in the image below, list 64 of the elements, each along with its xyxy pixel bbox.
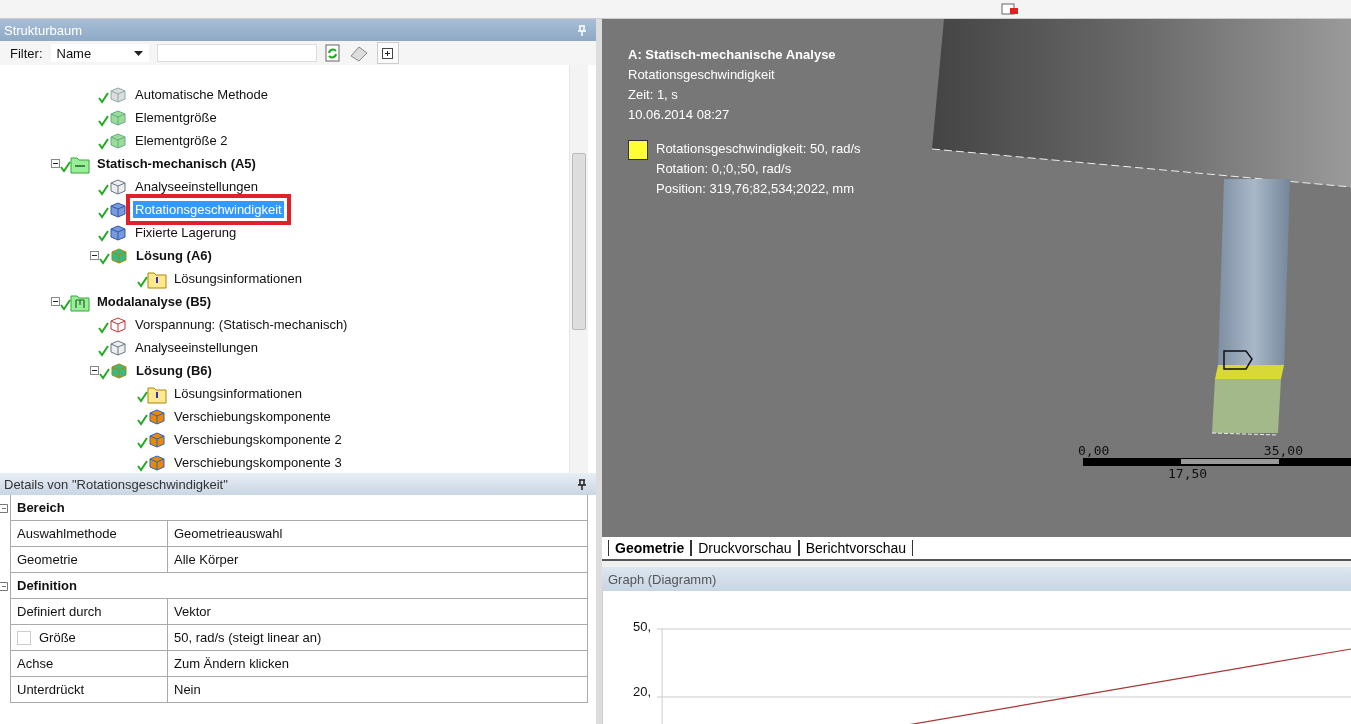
section-heading[interactable]: Definition bbox=[10, 573, 588, 599]
axis-tick-label: 20, bbox=[632, 684, 651, 699]
tree-item[interactable]: Verschiebungskomponente 2 bbox=[172, 431, 344, 448]
tab[interactable]: Berichtvorschau bbox=[798, 540, 913, 556]
property-value[interactable]: Zum Ändern klicken bbox=[167, 651, 588, 677]
property-label: Geometrie bbox=[17, 552, 78, 567]
analysis-info: 10.06.2014 08:27 bbox=[628, 106, 731, 124]
dropdown-caret-icon bbox=[133, 50, 143, 56]
section-heading[interactable]: Bereich bbox=[10, 495, 588, 521]
property-label: Auswahlmethode bbox=[17, 526, 117, 541]
tree-item[interactable]: Analyseeinstellungen bbox=[133, 178, 260, 195]
legend-text: Rotationsgeschwindigkeit: 50, rad/s bbox=[656, 140, 861, 158]
collapse-icon[interactable] bbox=[51, 297, 60, 306]
scrollbar[interactable] bbox=[569, 65, 588, 473]
property-value[interactable]: 50, rad/s (steigt linear an) bbox=[167, 625, 588, 651]
scale-label: 17,50 bbox=[1168, 466, 1209, 481]
tree-item[interactable]: Vorspannung: (Statisch-mechanisch) bbox=[133, 316, 350, 333]
property-label: Unterdrückt bbox=[17, 682, 85, 697]
analysis-info: Rotationsgeschwindigkeit bbox=[628, 66, 776, 84]
collapse-icon[interactable] bbox=[90, 251, 99, 260]
tree-item[interactable]: Modalanalyse (B5) bbox=[95, 293, 214, 310]
tab[interactable]: Geometrie bbox=[608, 540, 692, 556]
legend-text: Rotation: 0,;0,;50, rad/s bbox=[656, 160, 793, 178]
tree-item[interactable]: Fixierte Lagerung bbox=[133, 224, 239, 241]
tree-item[interactable]: Lösungsinformationen bbox=[172, 385, 304, 402]
tree-item[interactable]: Elementgröße bbox=[133, 109, 219, 126]
filter-dropdown[interactable]: Name bbox=[50, 44, 149, 62]
legend-text: Position: 319,76;82,534;2022, mm bbox=[656, 180, 856, 198]
panel-title: Graph (Diagramm) bbox=[608, 571, 717, 587]
property-label: Definiert durch bbox=[17, 604, 102, 619]
tree-item[interactable]: Lösung (A6) bbox=[134, 247, 214, 264]
scale-label: 35,00 bbox=[1263, 443, 1303, 458]
tree-item[interactable]: Verschiebungskomponente 3 bbox=[172, 454, 344, 471]
filter-field[interactable] bbox=[156, 44, 317, 62]
tree-item[interactable]: Automatische Methode bbox=[133, 86, 270, 103]
tree-item[interactable]: Analyseeinstellungen bbox=[133, 339, 260, 356]
panel-title: Details von "Rotationsgeschwindigkeit" bbox=[4, 476, 228, 492]
tree-item[interactable]: Verschiebungskomponente bbox=[172, 408, 333, 425]
report-icon[interactable] bbox=[1001, 3, 1019, 15]
filter-label: Filter: bbox=[10, 45, 43, 61]
refresh-icon[interactable] bbox=[324, 44, 341, 62]
plus-icon bbox=[382, 47, 393, 59]
analysis-title: A: Statisch-mechanische Analyse bbox=[628, 46, 837, 64]
analysis-info: Zeit: 1, s bbox=[628, 86, 679, 104]
property-label: Achse bbox=[17, 656, 54, 671]
scale-label: 0,00 bbox=[1078, 443, 1110, 458]
tree-item[interactable]: Lösungsinformationen bbox=[172, 270, 304, 287]
eraser-icon[interactable] bbox=[348, 44, 369, 62]
tree-item[interactable]: Statisch-mechanisch (A5) bbox=[95, 155, 258, 172]
collapse-icon[interactable] bbox=[90, 366, 99, 375]
axis-tick-label: 50, bbox=[632, 619, 651, 634]
tab[interactable]: Druckvorschau bbox=[691, 540, 799, 556]
property-value[interactable]: Vektor bbox=[167, 599, 588, 625]
collapse-icon[interactable] bbox=[51, 159, 60, 168]
tree-item[interactable]: Lösung (B6) bbox=[134, 362, 214, 379]
checkbox[interactable] bbox=[17, 630, 31, 645]
pin-icon[interactable] bbox=[578, 478, 586, 490]
panel-title: Strukturbaum bbox=[4, 22, 83, 38]
expand-all-button[interactable] bbox=[376, 42, 399, 64]
tree-item[interactable]: Elementgröße 2 bbox=[133, 132, 230, 149]
property-value[interactable]: Nein bbox=[167, 677, 588, 703]
property-value[interactable]: Alle Körper bbox=[167, 547, 588, 573]
property-value[interactable]: Geometrieauswahl bbox=[167, 521, 588, 547]
property-label: Größe bbox=[39, 630, 76, 645]
